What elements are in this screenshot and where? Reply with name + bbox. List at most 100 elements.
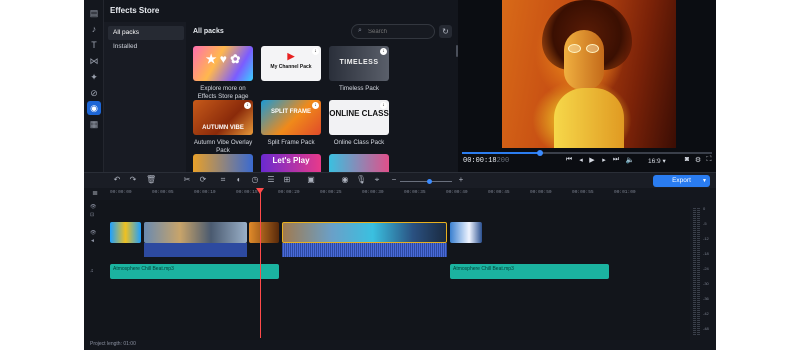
music-clip[interactable]: Atmosphere Chill Beat.mp3	[450, 264, 609, 279]
vu-scale-label: -42	[703, 311, 709, 316]
volume-icon[interactable]: 🔈	[625, 156, 635, 164]
pack-thumb-text: TIMELESS	[339, 59, 379, 66]
pack-card[interactable]: SPLIT FRAME ↓ Split Frame Pack	[261, 100, 321, 147]
effects-store-icon[interactable]: ◉	[87, 101, 101, 115]
ruler-tick-label: 00:00:25	[320, 190, 342, 195]
step-back-icon[interactable]: ◂	[576, 156, 586, 164]
settings-icon[interactable]: ⚙	[693, 156, 703, 164]
crop-icon[interactable]: ⌗	[218, 175, 228, 185]
cut-icon[interactable]: ✂	[182, 175, 192, 184]
pack-thumbnail: ▶ My Channel Pack ↓	[261, 46, 321, 81]
timeline-ruler[interactable]: ≣ 00:00:00 00:00:05 00:00:10 00:00:15 00:00:…	[84, 188, 716, 200]
import-icon[interactable]: ▤	[87, 6, 101, 20]
playback-progress[interactable]	[462, 150, 712, 156]
stabilize-icon[interactable]: ▣	[306, 175, 316, 184]
sunglasses-left-shape	[568, 44, 581, 53]
video-clip[interactable]	[144, 222, 247, 243]
zoom-slider[interactable]	[400, 179, 452, 184]
stickers-icon[interactable]: ⊘	[87, 86, 101, 100]
export-button[interactable]: Export ▼	[653, 175, 710, 187]
aspect-ratio-value: 16:9	[648, 158, 661, 165]
video-clip[interactable]	[450, 222, 482, 243]
play-icon[interactable]: ▶	[587, 156, 597, 164]
video-editor-window: ▤ ♪ T ⋈ ✦ ⊘ ◉ ▦ Effects Store All packs …	[84, 0, 716, 350]
record-icon[interactable]: ◉	[340, 175, 350, 184]
ruler-tick-label: 00:00:50	[530, 190, 552, 195]
export-label: Export	[672, 177, 691, 184]
download-icon[interactable]: ↓	[312, 48, 319, 55]
pack-card[interactable]: ★ ♥ ✿ Explore more on Effects Store page	[193, 46, 253, 100]
zoom-out-icon[interactable]: −	[389, 175, 399, 184]
mute-icon[interactable]: ◄	[90, 238, 95, 244]
zoom-in-icon[interactable]: +	[456, 175, 466, 184]
pack-card[interactable]: TIMELESS ↓ Timeless Pack	[329, 46, 389, 93]
progress-handle[interactable]	[536, 150, 543, 156]
music-icon[interactable]: ♪	[87, 22, 101, 36]
music-clip-label: Atmosphere Chill Beat.mp3	[113, 266, 174, 272]
nav-all-packs[interactable]: All packs	[108, 26, 184, 40]
video-clip-selected[interactable]	[282, 222, 447, 243]
store-nav: All packs Installed	[104, 22, 186, 172]
snapshot-icon[interactable]: ◙	[682, 156, 692, 163]
delete-icon[interactable]: 🗑	[146, 175, 156, 184]
undo-icon[interactable]: ↶	[112, 175, 122, 184]
download-icon[interactable]: ↓	[380, 48, 387, 55]
music-track-icon[interactable]: ♫	[90, 268, 94, 274]
marker-icon[interactable]: ⌖	[372, 175, 382, 185]
ruler-tick-label: 00:00:55	[572, 190, 594, 195]
progress-fill	[462, 152, 540, 154]
rotate-icon[interactable]: ⟳	[198, 175, 208, 184]
pack-label: Explore more on Effects Store page	[197, 85, 249, 100]
video-clip[interactable]	[249, 222, 279, 243]
music-clip[interactable]: Atmosphere Chill Beat.mp3	[110, 264, 279, 279]
zoom-handle[interactable]	[426, 179, 432, 184]
pack-card[interactable]: ONLINE CLASS ↓ Online Class Pack	[329, 100, 389, 147]
transitions-icon[interactable]: ⋈	[87, 54, 101, 68]
pack-card[interactable]: ▶ My Channel Pack ↓	[261, 46, 321, 81]
more-tools-icon[interactable]: ▦	[87, 117, 101, 131]
transition-icon[interactable]: ⊞	[282, 175, 292, 184]
download-icon[interactable]: ↓	[244, 102, 251, 109]
properties-icon[interactable]: ☰	[266, 175, 276, 184]
pack-card[interactable]: AUTUMN VIBE ↓ Autumn Vibe Overlay Pack	[193, 100, 253, 154]
ruler-tick-label: 00:00:15	[236, 190, 258, 195]
prev-frame-icon[interactable]: ⏮	[564, 156, 574, 164]
clip-audio-waveform[interactable]	[282, 243, 447, 257]
filters-icon[interactable]: ✦	[87, 70, 101, 84]
download-icon[interactable]: ↓	[312, 102, 319, 109]
visibility-icon[interactable]: 👁	[90, 204, 96, 210]
pack-thumbnail: ★ ♥ ✿	[193, 46, 253, 81]
clip-audio-track[interactable]	[144, 243, 247, 257]
pack-label: Timeless Pack	[339, 85, 379, 92]
playhead[interactable]	[260, 188, 261, 338]
tool-rail: ▤ ♪ T ⋈ ✦ ⊘ ◉ ▦	[84, 0, 104, 172]
vu-bar-right	[697, 208, 700, 336]
preview-face-shape	[564, 30, 604, 90]
visibility-icon[interactable]: 👁	[90, 230, 96, 236]
pack-thumbnail: AUTUMN VIBE ↓	[193, 100, 253, 135]
mic-icon[interactable]: 🎙	[356, 175, 366, 184]
search-input[interactable]	[368, 27, 428, 37]
pack-thumb-text: My Channel Pack	[270, 64, 312, 70]
ruler-tick-label: 00:00:00	[110, 190, 132, 195]
list-icon[interactable]: ≣	[90, 189, 100, 197]
redo-icon[interactable]: ↷	[128, 175, 138, 184]
vu-scale-label: -36	[703, 296, 709, 301]
download-icon[interactable]: ↓	[380, 102, 387, 109]
adjust-icon[interactable]: ◐	[234, 175, 244, 184]
text-icon[interactable]: T	[87, 38, 101, 52]
pack-thumbnail: SPLIT FRAME ↓	[261, 100, 321, 135]
step-forward-icon[interactable]: ▸	[599, 156, 609, 164]
refresh-icon[interactable]: ↻	[439, 25, 452, 38]
pack-thumb-text: SPLIT FRAME	[271, 109, 311, 115]
pack-label: Online Class Pack	[333, 139, 385, 146]
aspect-ratio-select[interactable]: 16:9 ▾	[648, 157, 666, 165]
vu-scale-label: -12	[703, 236, 709, 241]
speed-icon[interactable]: ◷	[250, 175, 260, 184]
search-box[interactable]: ⌕	[351, 24, 435, 39]
lock-icon[interactable]: ⊡	[90, 212, 94, 218]
nav-installed[interactable]: Installed	[108, 40, 184, 54]
video-clip[interactable]	[110, 222, 141, 243]
fullscreen-icon[interactable]: ⛶	[704, 156, 714, 164]
next-frame-icon[interactable]: ⏭	[611, 156, 621, 164]
